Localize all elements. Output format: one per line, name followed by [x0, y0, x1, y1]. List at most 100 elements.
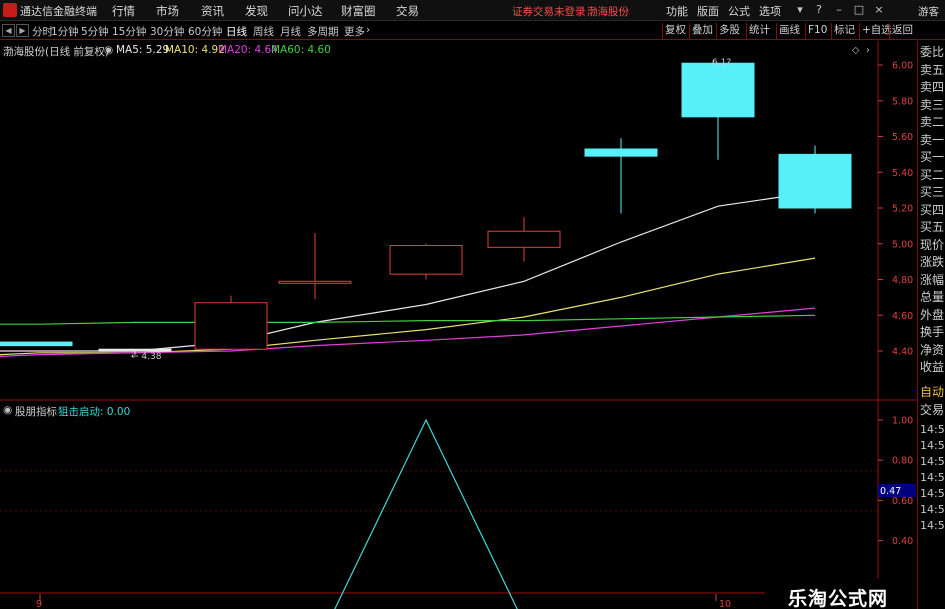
candlestick[interactable] — [584, 138, 658, 214]
multi-stock-button[interactable]: 多股 — [716, 23, 742, 39]
candlestick[interactable] — [681, 62, 755, 160]
f10-button[interactable]: F10 — [805, 23, 829, 39]
menu-options[interactable]: 选项 — [759, 3, 781, 19]
order-book-label: 买五 — [920, 220, 945, 234]
candlestick[interactable] — [487, 216, 561, 262]
menu-layout[interactable]: 版面 — [697, 3, 719, 19]
period-more[interactable]: 更多 — [344, 24, 365, 39]
chevron-right-icon[interactable]: › — [366, 24, 370, 36]
period-multi[interactable]: 多周期 — [307, 24, 339, 39]
order-book-label: 现价 — [920, 237, 945, 252]
candlestick[interactable] — [778, 145, 852, 214]
diamond-icon[interactable]: ◇ — [852, 45, 860, 56]
current-stock-name: 渤海股份 — [587, 6, 629, 18]
maximize-icon[interactable]: □ — [851, 2, 867, 18]
order-book-label: 换手 — [920, 325, 945, 339]
ma20-label: MA20: 4.64 — [218, 44, 278, 56]
order-book-label: 自动 — [920, 385, 945, 399]
indicator-toggle-icon[interactable]: ◉ — [3, 404, 12, 416]
indicator-lines — [334, 418, 518, 609]
chevron-right-icon[interactable]: › — [866, 45, 870, 56]
candlesticks — [0, 62, 852, 355]
menu-quotes[interactable]: 行情 — [112, 3, 135, 19]
chart-area[interactable]: 6.00 5.80 5.60 5.40 5.20 5.00 4.80 4.60 4.40 1.0… — [0, 41, 917, 609]
close-icon[interactable]: × — [871, 2, 887, 18]
app-title: 通达信金融终端 — [20, 5, 97, 18]
tick-time: 14:56 — [920, 519, 945, 532]
period-monthly[interactable]: 月线 — [280, 24, 301, 39]
ma60-label: MA60: 4.60 — [271, 44, 331, 56]
order-book-label: 净资 — [920, 342, 945, 357]
order-book-label: 委比 — [920, 45, 945, 59]
scroll-left-icon[interactable]: ◀ — [2, 24, 15, 37]
candle-body — [681, 62, 755, 118]
main-y-axis: 6.00 5.80 5.60 5.40 5.20 5.00 4.80 4.60 4.40 — [878, 61, 913, 358]
y-tick-label: 1.00 — [892, 416, 913, 427]
order-book-label: 卖三 — [920, 97, 945, 112]
candlestick[interactable] — [278, 233, 352, 300]
menu-wealth-circle[interactable]: 财富圈 — [341, 3, 376, 19]
adjust-button[interactable]: 复权 — [662, 23, 688, 39]
low-price-label: ← 4.38 — [131, 352, 162, 362]
period-30min[interactable]: 30分钟 — [150, 24, 184, 39]
current-value-label: 0.47 — [880, 486, 901, 497]
x-tick-label: 10 — [719, 599, 731, 609]
order-book-label: 卖五 — [920, 62, 945, 77]
order-book-label: 卖四 — [920, 80, 945, 94]
candle-body — [0, 341, 73, 347]
y-tick-label: 5.20 — [892, 204, 913, 215]
draw-line-button[interactable]: 画线 — [776, 23, 802, 39]
menu-market[interactable]: 市场 — [156, 3, 179, 19]
order-book-label: 买二 — [920, 167, 945, 182]
period-intraday[interactable]: 分时 — [32, 24, 53, 39]
indicator-line — [334, 418, 518, 609]
guest-user[interactable]: 游客 — [918, 4, 939, 19]
period-1min[interactable]: 1分钟 — [51, 24, 79, 39]
minimize-icon[interactable]: – — [831, 2, 847, 18]
candlestick[interactable] — [194, 295, 268, 350]
period-60min[interactable]: 60分钟 — [188, 24, 222, 39]
back-button[interactable]: 返回 — [889, 23, 915, 39]
app-logo-icon — [3, 3, 17, 17]
period-5min[interactable]: 5分钟 — [81, 24, 109, 39]
help-icon[interactable]: ? — [811, 2, 827, 18]
candle-body — [194, 302, 268, 350]
tick-time: 14:56 — [920, 471, 945, 484]
tick-time: 14:56 — [920, 487, 945, 500]
tick-time: 14:56 — [920, 439, 945, 452]
period-15min[interactable]: 15分钟 — [112, 24, 146, 39]
statistics-button[interactable]: 统计 — [746, 23, 772, 39]
trade-login-status[interactable]: 证券交易未登录 — [512, 4, 586, 19]
watermark-url — [790, 589, 791, 590]
scroll-right-icon[interactable]: ▶ — [16, 24, 29, 37]
watermark-text: 乐淘公式网 — [788, 588, 889, 609]
candlestick[interactable] — [0, 341, 73, 347]
ma-toggle-icon[interactable]: ◉ — [104, 44, 113, 56]
menu-formula[interactable]: 公式 — [728, 3, 750, 19]
period-weekly[interactable]: 周线 — [253, 24, 274, 39]
bookmark-button[interactable]: 标记 — [831, 23, 857, 39]
menu-trade[interactable]: 交易 — [396, 3, 419, 19]
menu-assistant[interactable]: 问小达 — [288, 3, 323, 19]
order-book-label: 外盘 — [920, 307, 945, 322]
stock-label: 渤海股份(日线 前复权) — [3, 46, 110, 58]
period-daily[interactable]: 日线 — [226, 24, 247, 39]
period-toolbar: ◀ ▶ 分时 1分钟 5分钟 15分钟 30分钟 60分钟 日线 周线 月线 多… — [0, 22, 945, 40]
tick-time: 14:56 — [920, 423, 945, 436]
order-book-label: 买四 — [920, 202, 945, 217]
y-tick-label: 5.40 — [892, 168, 913, 179]
tick-time: 14:56 — [920, 503, 945, 516]
menu-discover[interactable]: 发现 — [245, 3, 268, 19]
overlay-button[interactable]: 叠加 — [689, 23, 715, 39]
down-arrow-icon[interactable]: ▾ — [792, 2, 808, 18]
candle-body — [389, 245, 463, 275]
order-book-label: 收益 — [920, 360, 945, 374]
order-book-label: 买一 — [920, 150, 945, 164]
order-book-label: 卖二 — [920, 115, 945, 129]
indicator-name: 股朋指标 — [15, 406, 57, 418]
tick-time: 14:56 — [920, 455, 945, 468]
menu-news[interactable]: 资讯 — [201, 3, 224, 19]
candlestick[interactable] — [389, 243, 463, 280]
menu-function[interactable]: 功能 — [666, 3, 688, 19]
order-book-label: 交易 — [920, 403, 945, 417]
